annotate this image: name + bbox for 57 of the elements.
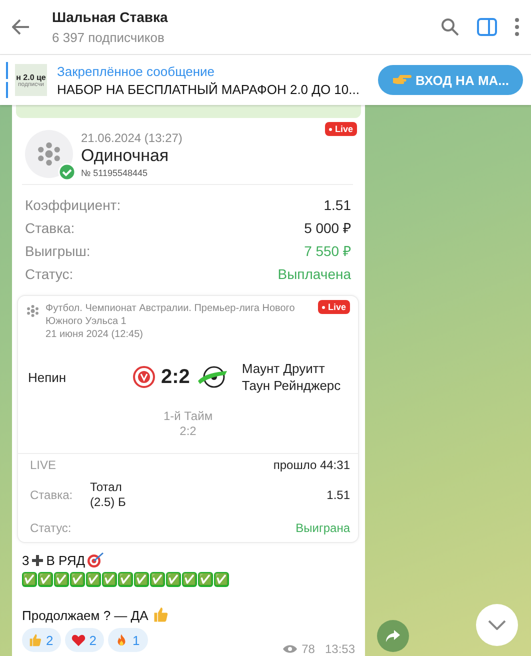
scroll-down-button[interactable] [476, 604, 518, 646]
message-time: 13:53 [324, 642, 355, 656]
live-badge: Live [324, 122, 357, 136]
pinned-label[interactable]: Закреплённое сообщение [57, 64, 378, 78]
field-value: 1.51 [326, 488, 350, 502]
subscriber-count: 6 397 подписчиков [52, 30, 166, 45]
sidebar-toggle-icon[interactable] [477, 18, 497, 36]
reaction-button[interactable]: 2 [65, 628, 104, 652]
elapsed-time: прошло 44:31 [273, 458, 350, 472]
field-label: Статус: [30, 521, 72, 535]
field-value: 5 000 ₽ [304, 219, 351, 237]
field-label: Ставка: [25, 220, 75, 236]
bet-date: 21.06.2024 (13:27) [81, 130, 182, 144]
club-crest-icon [196, 365, 228, 389]
field-value: Выплачена [278, 266, 351, 282]
forward-button[interactable] [377, 620, 409, 652]
channel-title: Шальная Ставка [52, 9, 169, 25]
field-label: Выигрыш: [25, 242, 90, 258]
away-team: Маунт Друитт Таун Рейнджерс [242, 360, 342, 394]
chevron-down-icon [488, 620, 506, 630]
search-icon[interactable] [441, 18, 459, 36]
caption-text: В РЯД [46, 552, 86, 568]
bet-number: № 51195548445 [81, 168, 149, 178]
field-value: 7 550 ₽ [304, 242, 351, 260]
more-icon[interactable] [515, 18, 519, 36]
caption-text: Продолжаем ? — ДА [22, 608, 148, 622]
match-date: 21 июня 2024 (12:45) [46, 328, 144, 341]
field-value: Выиграна [296, 521, 350, 535]
thumbs-up-icon [152, 606, 170, 624]
league-name: Футбол. Чемпионат Австралии. Премьер-лига Нового Южного Уэльса 1 [46, 302, 296, 328]
field-label: Коэффициент: [25, 196, 121, 212]
club-crest-icon [133, 364, 155, 390]
plus-icon [31, 554, 44, 566]
reaction-button[interactable]: 2 [22, 628, 62, 652]
period-score: 2:2 [178, 424, 198, 439]
checkmark-row-text: ✅✅✅✅✅✅✅✅✅✅✅✅✅ [22, 572, 230, 587]
football-icon [36, 141, 62, 167]
match-period: 1-й Тайм [162, 409, 214, 424]
join-button[interactable]: ВХОД НА МА... [378, 65, 523, 95]
view-count: 78 [302, 642, 315, 656]
target-icon [87, 552, 106, 568]
pinned-message[interactable]: НАБОР НА БЕСПЛАТНЫЙ МАРАФОН 2.0 ДО 10... [57, 82, 378, 96]
bet-type: Одиночная [81, 146, 170, 166]
bet-selection: Тотал (2.5) Б [90, 480, 127, 510]
field-label: Статус: [25, 266, 74, 282]
football-icon [26, 302, 40, 320]
live-badge: Live [318, 300, 350, 314]
share-icon [385, 629, 401, 643]
pointing-hand-icon [392, 74, 412, 86]
caption-text: 3 [22, 552, 30, 568]
match-score: 2:2 [161, 366, 190, 388]
live-label: LIVE [30, 458, 56, 472]
field-value: 1.51 [324, 196, 351, 212]
reaction-button[interactable]: 1 [108, 628, 148, 652]
field-label: Ставка: [30, 488, 74, 502]
home-team: Непин [28, 370, 68, 384]
back-icon[interactable] [12, 19, 30, 35]
